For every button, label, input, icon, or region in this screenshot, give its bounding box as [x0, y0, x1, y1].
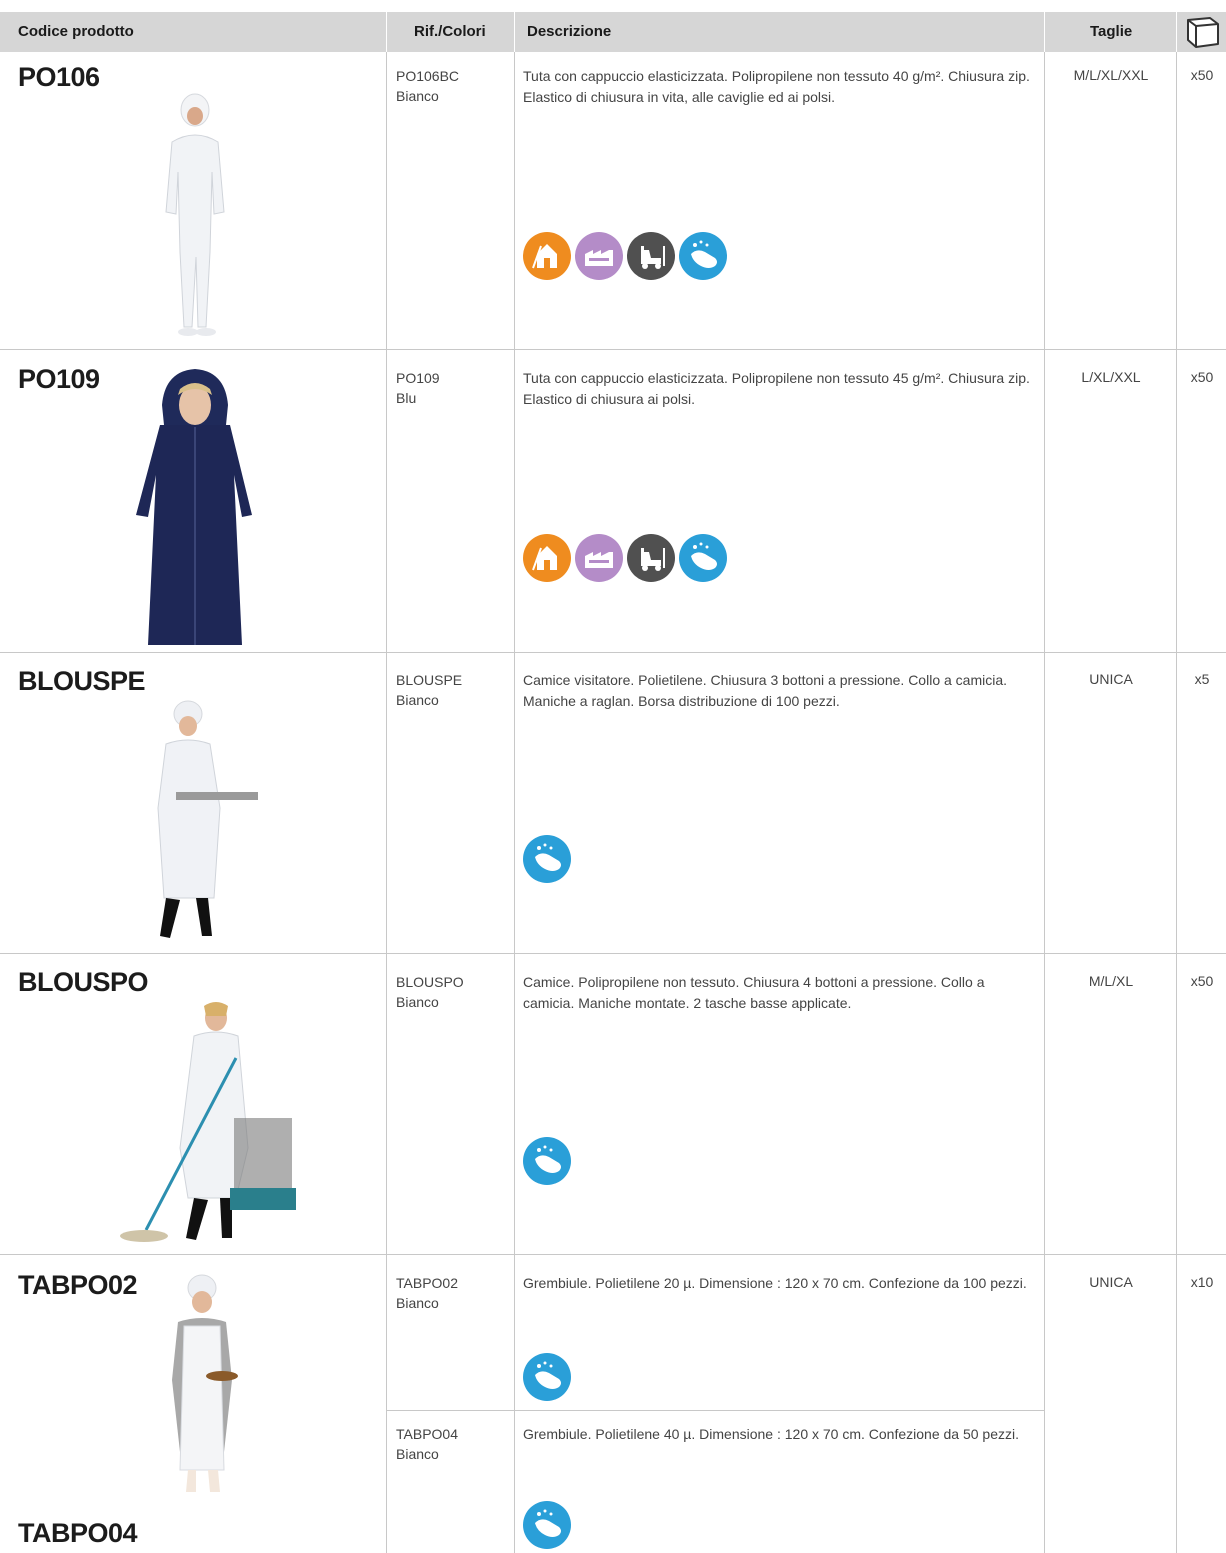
ref-code: BLOUSPO [396, 974, 464, 990]
product-code-blouspo: BLOUSPO [18, 967, 149, 997]
ref-code: PO109 [396, 370, 440, 386]
forklift-icon [627, 534, 675, 582]
ref-color: Bianco [396, 1446, 439, 1462]
table-header [0, 12, 1226, 52]
header-ref: Rif./Colori [414, 23, 486, 40]
ref-code: BLOUSPE [396, 672, 463, 688]
usage-icons [523, 835, 571, 883]
hand-wash-icon [523, 1137, 571, 1185]
forklift-icon [627, 232, 675, 280]
usage-icons [523, 1353, 571, 1401]
usage-icons [523, 1501, 571, 1549]
header-desc: Descrizione [527, 23, 612, 40]
product-sizes: L/XL/XXL [1081, 369, 1141, 385]
building-icon [523, 534, 571, 582]
ref-color: Bianco [396, 692, 439, 708]
product-code-tabpo02: TABPO02 [18, 1270, 138, 1300]
product-description: Tuta con cappuccio elasticizzata. Polipr… [523, 68, 1030, 105]
product-sizes: UNICA [1089, 671, 1133, 687]
ref-color: Bianco [396, 1295, 439, 1311]
product-description: Camice visitatore. Polietilene. Chiusura… [523, 672, 1008, 709]
ref-color: Bianco [396, 88, 439, 104]
factory-icon [575, 232, 623, 280]
pack-quantity: x5 [1194, 671, 1210, 687]
header-code: Codice prodotto [18, 23, 134, 40]
product-sizes: M/L/XL/XXL [1073, 67, 1149, 83]
hand-wash-icon [523, 1501, 571, 1549]
product-description: Grembiule. Polietilene 20 µ. Dimensione … [523, 1275, 1027, 1291]
hand-wash-icon [679, 534, 727, 582]
factory-icon [575, 534, 623, 582]
ref-color: Bianco [396, 994, 439, 1010]
box-icon [1182, 14, 1222, 55]
pack-quantity: x50 [1190, 369, 1214, 385]
ref-code: TABPO02 [396, 1275, 458, 1291]
product-photo-blouspe [136, 698, 260, 953]
product-code-po106: PO106 [18, 62, 100, 92]
product-photo-blouspo [116, 998, 296, 1253]
pack-quantity: x50 [1190, 67, 1214, 83]
hand-wash-icon [679, 232, 727, 280]
pack-quantity: x10 [1190, 1274, 1214, 1290]
product-code-blouspe: BLOUSPE [18, 666, 146, 696]
ref-code: PO106BC [396, 68, 460, 84]
product-sizes: UNICA [1089, 1274, 1133, 1290]
ref-code: TABPO04 [396, 1426, 458, 1442]
hand-wash-icon [523, 835, 571, 883]
usage-icons [523, 1137, 571, 1185]
header-sizes: Taglie [1090, 23, 1133, 40]
product-photo-po109 [130, 365, 260, 650]
ref-color: Blu [396, 390, 417, 406]
product-description: Tuta con cappuccio elasticizzata. Polipr… [523, 370, 1030, 407]
building-icon [523, 232, 571, 280]
product-code-po109: PO109 [18, 364, 100, 394]
product-description: Camice. Polipropilene non tessuto. Chius… [523, 974, 985, 1011]
product-photo-tabpo02 [150, 1270, 250, 1505]
product-description: Grembiule. Polietilene 40 µ. Dimensione … [523, 1426, 1020, 1442]
product-code-tabpo04: TABPO04 [18, 1518, 138, 1548]
pack-quantity: x50 [1190, 973, 1214, 989]
usage-icons [523, 232, 727, 280]
usage-icons [523, 534, 727, 582]
product-sizes: M/L/XL [1088, 973, 1134, 989]
product-photo-po106 [150, 92, 240, 349]
hand-wash-icon [523, 1353, 571, 1401]
